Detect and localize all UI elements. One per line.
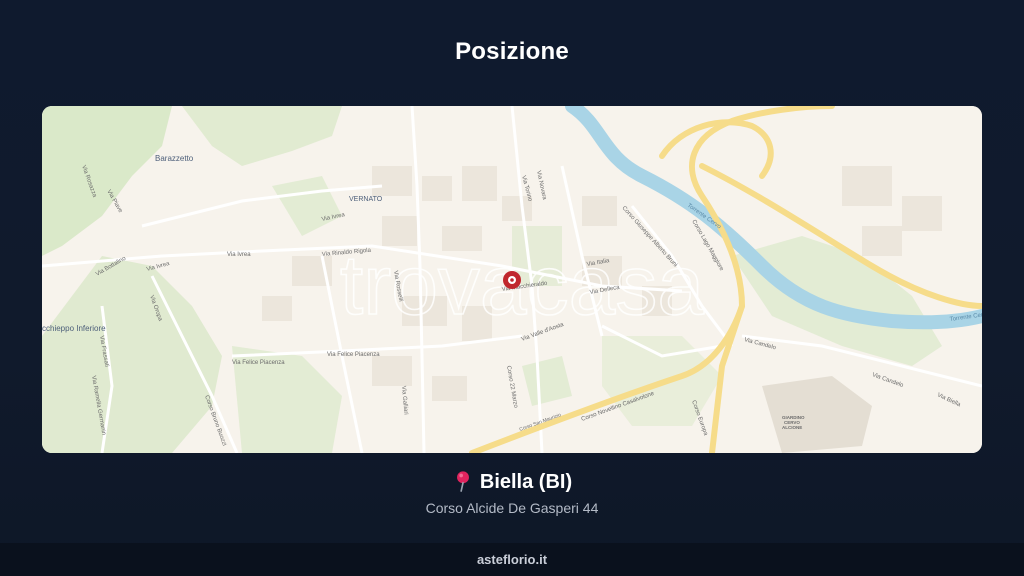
page: Posizione trovacasa Barazzetto VERNATO c… bbox=[0, 0, 1024, 576]
footer: asteflorio.it bbox=[0, 543, 1024, 576]
address-line: Corso Alcide De Gasperi 44 bbox=[425, 500, 599, 516]
label-giardino-3: ALCIONE bbox=[782, 425, 802, 430]
location-marker[interactable] bbox=[503, 271, 521, 289]
location-name: Biella (BI) bbox=[479, 471, 573, 493]
label-vernato: VERNATO bbox=[349, 196, 383, 203]
page-title: Posizione bbox=[455, 38, 569, 65]
footer-site[interactable]: asteflorio.it bbox=[477, 552, 547, 567]
map-canvas[interactable]: trovacasa Barazzetto VERNATO cchieppo In… bbox=[42, 106, 982, 453]
label-chiavazza: cchieppo Inferiore bbox=[42, 324, 106, 333]
location-heading: Biella (BI) bbox=[0, 470, 1024, 494]
label-barazzetto: Barazzetto bbox=[155, 154, 194, 163]
label-via-felice-piacenza-1: Via Felice Piacenza bbox=[232, 360, 285, 366]
map-pin-icon bbox=[456, 471, 469, 492]
label-via-ivrea-2: Via Ivrea bbox=[227, 252, 251, 258]
map-view[interactable]: trovacasa Barazzetto VERNATO cchieppo In… bbox=[42, 106, 982, 453]
label-via-felice-piacenza-2: Via Felice Piacenza bbox=[327, 352, 380, 358]
